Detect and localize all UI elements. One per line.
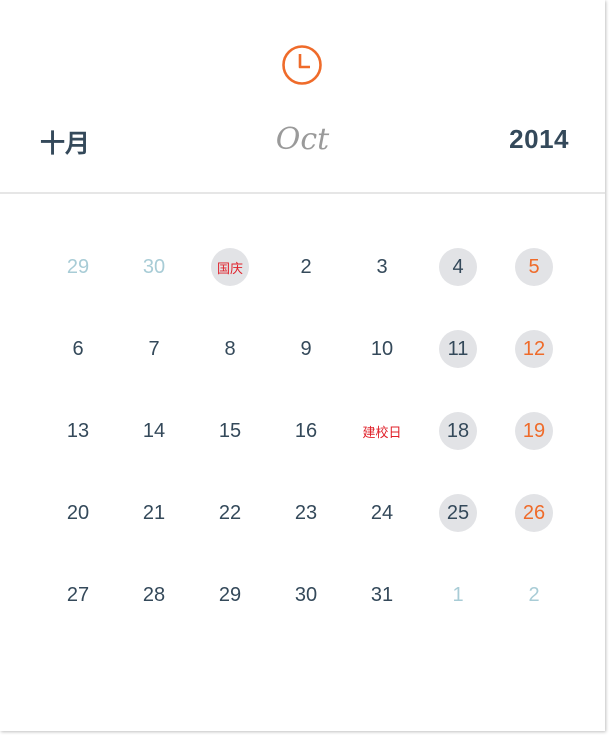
holiday-day[interactable]: 国庆 <box>211 248 249 286</box>
day-cell: 9 <box>268 330 344 412</box>
day-cell: 29 <box>192 576 268 658</box>
day-number[interactable]: 3 <box>363 248 401 286</box>
day-cell: 10 <box>344 330 420 412</box>
day-number[interactable]: 21 <box>135 494 173 532</box>
day-number[interactable]: 29 <box>211 576 249 614</box>
calendar-header: 十月 Oct 2014 <box>0 0 605 194</box>
sunday-day[interactable]: 26 <box>515 494 553 532</box>
day-cell: 15 <box>192 412 268 494</box>
sunday-day[interactable]: 5 <box>515 248 553 286</box>
sunday-day[interactable]: 19 <box>515 412 553 450</box>
other-month-day[interactable]: 30 <box>135 248 173 286</box>
calendar-grid: 29 30 国庆 2 3 4 5 6 7 8 9 10 11 12 13 14 15 16 建校日 18 19 20 21 2… <box>40 248 572 658</box>
day-cell: 8 <box>192 330 268 412</box>
day-number[interactable]: 24 <box>363 494 401 532</box>
day-cell: 4 <box>420 248 496 330</box>
day-cell: 23 <box>268 494 344 576</box>
day-number[interactable]: 28 <box>135 576 173 614</box>
saturday-day[interactable]: 18 <box>439 412 477 450</box>
day-number[interactable]: 8 <box>211 330 249 368</box>
day-number[interactable]: 13 <box>59 412 97 450</box>
week-row: 20 21 22 23 24 25 26 <box>40 494 572 576</box>
day-cell: 1 <box>420 576 496 658</box>
day-cell: 2 <box>268 248 344 330</box>
day-cell: 16 <box>268 412 344 494</box>
day-cell: 13 <box>40 412 116 494</box>
day-cell: 7 <box>116 330 192 412</box>
day-cell: 14 <box>116 412 192 494</box>
day-number[interactable]: 9 <box>287 330 325 368</box>
day-cell: 11 <box>420 330 496 412</box>
day-number[interactable]: 14 <box>135 412 173 450</box>
day-number[interactable]: 20 <box>59 494 97 532</box>
day-number[interactable]: 16 <box>287 412 325 450</box>
day-number[interactable]: 10 <box>363 330 401 368</box>
day-cell: 5 <box>496 248 572 330</box>
day-cell: 国庆 <box>192 248 268 330</box>
other-month-day[interactable]: 29 <box>59 248 97 286</box>
day-cell: 6 <box>40 330 116 412</box>
day-number[interactable]: 2 <box>287 248 325 286</box>
other-month-day[interactable]: 2 <box>515 576 553 614</box>
year-label: 2014 <box>509 124 569 154</box>
day-number[interactable]: 27 <box>59 576 97 614</box>
day-cell: 18 <box>420 412 496 494</box>
day-number[interactable]: 6 <box>59 330 97 368</box>
saturday-day[interactable]: 25 <box>439 494 477 532</box>
day-cell: 27 <box>40 576 116 658</box>
day-number[interactable]: 23 <box>287 494 325 532</box>
day-cell: 30 <box>268 576 344 658</box>
calendar-card: 十月 Oct 2014 29 30 国庆 2 3 4 5 6 7 8 9 10 11 12 13 14 15 16… <box>0 0 605 731</box>
day-cell: 20 <box>40 494 116 576</box>
day-cell: 25 <box>420 494 496 576</box>
other-month-day[interactable]: 1 <box>439 576 477 614</box>
day-cell: 建校日 <box>344 412 420 494</box>
week-row: 27 28 29 30 31 1 2 <box>40 576 572 658</box>
day-cell: 29 <box>40 248 116 330</box>
day-number[interactable]: 15 <box>211 412 249 450</box>
day-cell: 24 <box>344 494 420 576</box>
saturday-day[interactable]: 4 <box>439 248 477 286</box>
week-row: 29 30 国庆 2 3 4 5 <box>40 248 572 330</box>
day-number[interactable]: 22 <box>211 494 249 532</box>
day-number[interactable]: 31 <box>363 576 401 614</box>
week-row: 6 7 8 9 10 11 12 <box>40 330 572 412</box>
day-cell: 31 <box>344 576 420 658</box>
day-cell: 30 <box>116 248 192 330</box>
day-cell: 22 <box>192 494 268 576</box>
sunday-day[interactable]: 12 <box>515 330 553 368</box>
day-cell: 19 <box>496 412 572 494</box>
day-cell: 2 <box>496 576 572 658</box>
holiday-day[interactable]: 建校日 <box>352 412 412 450</box>
day-cell: 12 <box>496 330 572 412</box>
saturday-day[interactable]: 11 <box>439 330 477 368</box>
week-row: 13 14 15 16 建校日 18 19 <box>40 412 572 494</box>
day-number[interactable]: 7 <box>135 330 173 368</box>
day-cell: 28 <box>116 576 192 658</box>
day-cell: 26 <box>496 494 572 576</box>
day-number[interactable]: 30 <box>287 576 325 614</box>
day-cell: 21 <box>116 494 192 576</box>
clock-icon[interactable] <box>281 44 323 86</box>
day-cell: 3 <box>344 248 420 330</box>
